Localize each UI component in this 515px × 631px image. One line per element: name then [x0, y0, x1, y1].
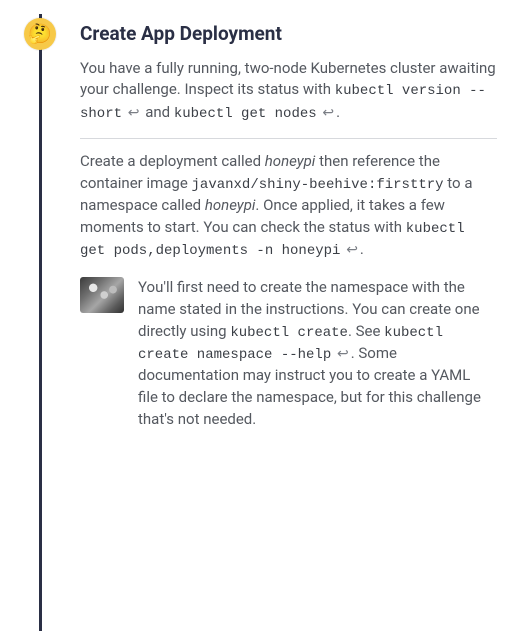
- cmd-get-nodes: kubectl get nodes: [174, 106, 317, 122]
- timeline-rail: 🤔: [20, 14, 58, 431]
- lesson-step: 🤔 Create App Deployment You have a fully…: [0, 0, 515, 471]
- cmd-image: javanxd/shiny-beehive:firsttry: [192, 177, 444, 193]
- timeline-line: [39, 14, 42, 631]
- hint-text: You'll first need to create the namespac…: [138, 277, 491, 430]
- hint-text-b: . See: [348, 322, 384, 340]
- task-em1: honeypi: [265, 152, 316, 170]
- thinking-emoji-icon: 🤔: [28, 20, 52, 48]
- hint-box: You'll first need to create the namespac…: [80, 277, 497, 430]
- intro-paragraph: You have a fully running, two-node Kuber…: [80, 58, 497, 124]
- cmd-create: kubectl create: [230, 325, 348, 341]
- intro-text-c: .: [336, 103, 340, 121]
- intro-text-b: and: [145, 103, 174, 121]
- task-em2: honeypi: [205, 196, 256, 214]
- return-icon: ↩: [335, 345, 351, 361]
- task-paragraph: Create a deployment called honeypi then …: [80, 151, 497, 261]
- step-badge: 🤔: [24, 18, 56, 50]
- task-text-e: .: [360, 240, 364, 258]
- divider: [80, 138, 497, 139]
- return-icon: ↩: [126, 104, 142, 120]
- return-icon: ↩: [344, 241, 360, 257]
- return-icon: ↩: [320, 104, 336, 120]
- step-title: Create App Deployment: [80, 20, 497, 48]
- step-content: Create App Deployment You have a fully r…: [58, 14, 497, 431]
- leopard-avatar-icon: [80, 277, 124, 313]
- task-text-a: Create a deployment called: [80, 152, 265, 170]
